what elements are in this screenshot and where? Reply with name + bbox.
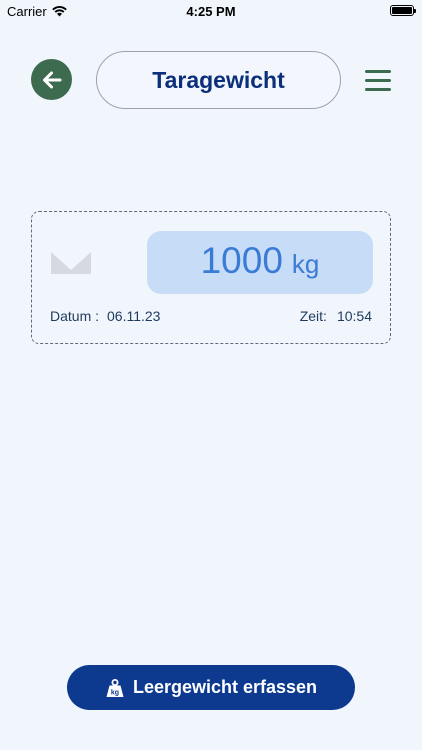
page-title: Taragewicht [152, 66, 285, 93]
time-value: 10:54 [336, 308, 372, 324]
back-button[interactable] [31, 59, 72, 100]
arrow-left-icon [42, 71, 61, 88]
date-label: Datum : [50, 308, 100, 324]
weight-record-card: 1000 kg Datum : 06.11.23 Zeit: 10:54 [31, 211, 391, 344]
weight-value: 1000 [200, 240, 283, 281]
date-row: Datum : 06.11.23 [50, 308, 160, 324]
date-value: 06.11.23 [107, 308, 161, 324]
time-label: Zeit: [299, 308, 327, 324]
battery-icon [390, 5, 416, 16]
page-title-container: Taragewicht [96, 51, 341, 109]
svg-text:kg: kg [111, 689, 119, 696]
capture-button-label: Leergewicht erfassen [132, 677, 318, 697]
weight-kg-icon: kg [106, 678, 124, 697]
scale-icon [51, 252, 91, 274]
weight-display: 1000 kg [147, 231, 373, 294]
weight-unit: kg [291, 249, 320, 279]
capture-empty-weight-button[interactable]: kg Leergewicht erfassen [67, 665, 355, 710]
status-time: 4:25 PM [186, 4, 236, 19]
menu-button[interactable] [365, 70, 391, 92]
status-bar: Carrier 4:25 PM [0, 0, 422, 22]
time-row: Zeit: 10:54 [300, 308, 372, 324]
